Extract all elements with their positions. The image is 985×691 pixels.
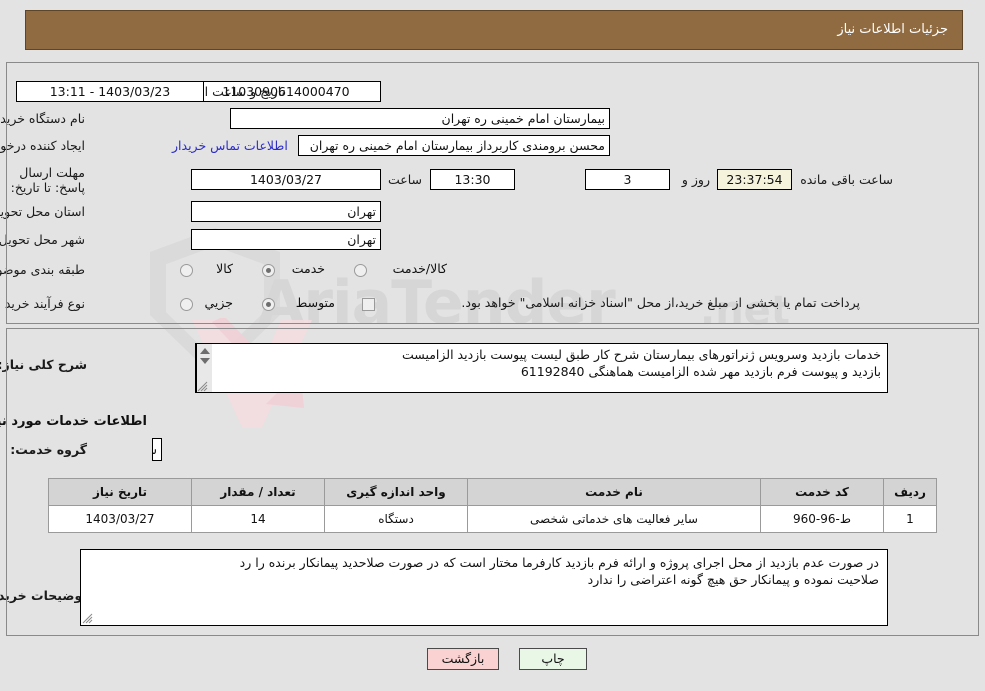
- page-title: جزئیات اطلاعات نیاز: [837, 22, 948, 37]
- page-header-bar: جزئیات اطلاعات نیاز: [25, 10, 963, 50]
- back-button[interactable]: بازگشت: [427, 648, 499, 670]
- need-details-panel: [6, 328, 979, 636]
- print-button[interactable]: چاپ: [519, 648, 587, 670]
- need-info-panel: [6, 62, 979, 324]
